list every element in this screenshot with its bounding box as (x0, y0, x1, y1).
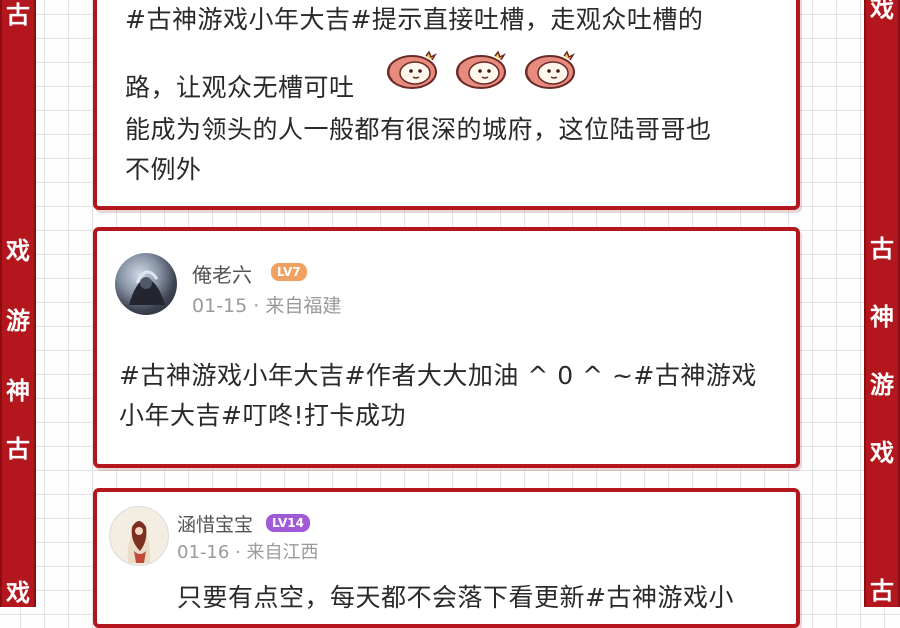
post-date: 01-16 (177, 542, 230, 563)
comment-text-line: #古神游戏小年大吉#作者大大加油 ^ 0 ^ ~#古神游戏 (119, 361, 757, 390)
username[interactable]: 俺老六 (192, 259, 252, 288)
username[interactable]: 涵惜宝宝 (177, 510, 253, 537)
post-date: 01-15 (192, 295, 248, 317)
banner-char: 神 (870, 303, 894, 331)
comment-card: #古神游戏小年大吉#提示直接吐槽，走观众吐槽的 路，让观众无槽可吐 能成为领头的… (93, 0, 800, 210)
banner-char: 古 (6, 1, 30, 29)
comment-card: 涵惜宝宝 LV14 01-16 · 来自江西 只要有点空，每天都不会落下看更新#… (93, 488, 800, 628)
comment-text-line: 只要有点空，每天都不会落下看更新#古神游戏小 (177, 583, 734, 612)
left-banner: 古 戏 游 神 古 戏 (0, 0, 36, 607)
post-meta: 01-16 · 来自江西 (177, 538, 318, 564)
banner-char: 古 (6, 435, 30, 463)
banner-char: 神 (6, 377, 30, 405)
meta-separator: · (247, 295, 266, 317)
banner-char: 游 (870, 371, 894, 399)
level-badge: LV7 (271, 263, 307, 281)
banner-char: 戏 (6, 237, 30, 265)
level-badge: LV14 (266, 514, 310, 532)
comment-card: 俺老六 LV7 01-15 · 来自福建 #古神游戏小年大吉#作者大大加油 ^ … (93, 227, 800, 468)
post-location: 来自江西 (246, 542, 319, 563)
post-meta: 01-15 · 来自福建 (192, 291, 341, 318)
monkey-sticker-icon (456, 50, 506, 89)
banner-char: 戏 (870, 439, 894, 467)
comment-text-line: 不例外 (125, 155, 202, 184)
banner-char: 古 (870, 577, 894, 605)
banner-char: 游 (6, 307, 30, 335)
post-location: 来自福建 (265, 295, 342, 317)
avatar[interactable] (109, 506, 169, 566)
monkey-sticker-icon (525, 50, 575, 89)
comment-text-line: 能成为领头的人一般都有很深的城府，这位陆哥哥也 (125, 115, 712, 144)
banner-char: 古 (870, 235, 894, 263)
avatar[interactable] (115, 253, 177, 315)
right-banner: 戏 古 神 游 戏 古 (864, 0, 900, 607)
meta-separator: · (229, 542, 247, 563)
monkey-sticker-icon (387, 50, 437, 89)
banner-char: 戏 (870, 0, 894, 23)
banner-char: 戏 (6, 579, 30, 607)
comment-text-line: 小年大吉#叮咚!打卡成功 (119, 401, 406, 430)
comment-text-line: #古神游戏小年大吉#提示直接吐槽，走观众吐槽的 (125, 5, 704, 34)
comment-text-line: 路，让观众无槽可吐 (125, 73, 355, 102)
